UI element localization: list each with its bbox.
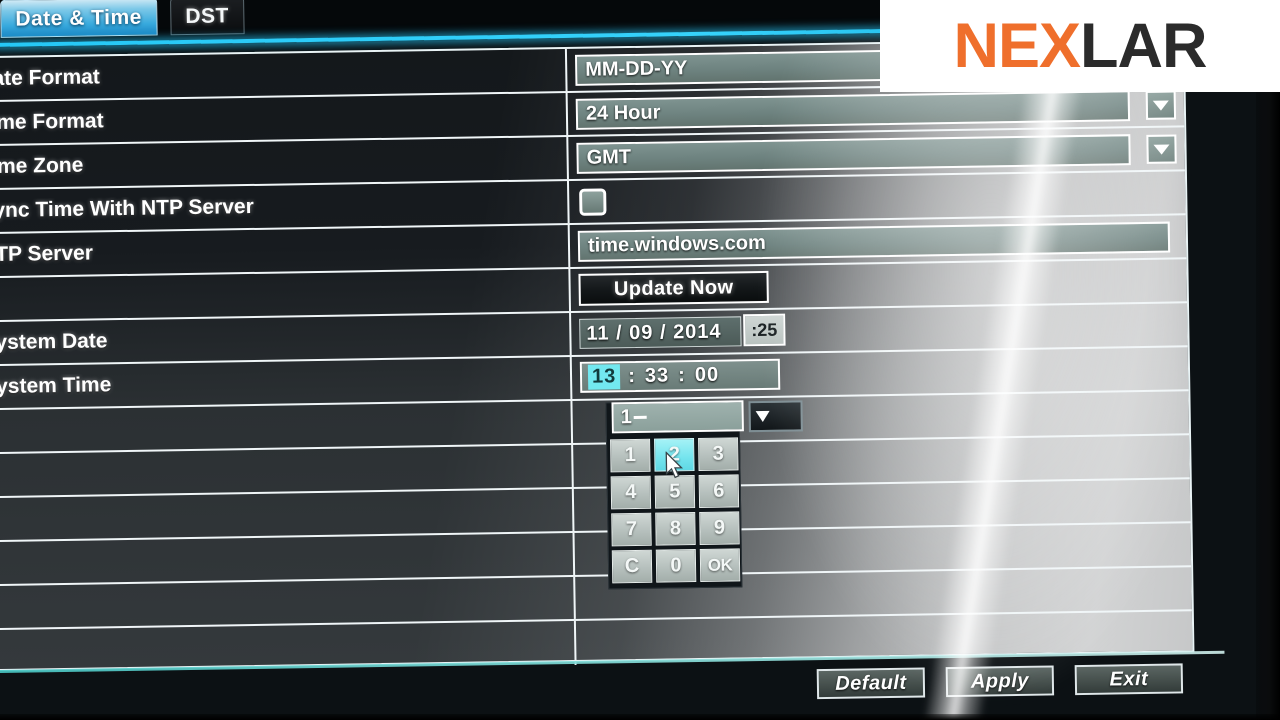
keypad-value-input[interactable]: 1 [611, 400, 744, 434]
time-separator: : [628, 364, 637, 388]
label-ntp-server: NTP Server [0, 241, 94, 267]
label-system-date: System Date [0, 329, 108, 355]
watermark-text-dark: LAR [1080, 10, 1207, 81]
system-time-input[interactable]: 13 : 33 : 00 [579, 358, 781, 393]
default-button[interactable]: Default [816, 667, 926, 700]
tab-dst[interactable]: DST [170, 0, 245, 36]
keypad-key-1[interactable]: 1 [610, 438, 651, 473]
ntp-server-input[interactable]: time.windows.com [577, 221, 1171, 262]
keypad-key-ok[interactable]: OK [699, 548, 741, 582]
system-date-seconds-input[interactable]: :25 [743, 313, 786, 347]
settings-rows: Date Format MM-DD-YY Time Format 24 Hour [0, 39, 1193, 669]
value-update-row: Update Now [568, 259, 1187, 312]
keypad-key-8[interactable]: 8 [655, 512, 696, 546]
label-date-format: Date Format [0, 65, 100, 91]
time-format-select[interactable]: 24 Hour [575, 90, 1131, 130]
keypad-key-7[interactable]: 7 [611, 512, 652, 547]
label-update-row [0, 290, 569, 299]
label-empty [0, 510, 572, 519]
keypad-key-clear[interactable]: C [611, 549, 653, 584]
nexlar-watermark: NEXLAR [880, 0, 1280, 92]
label-system-time: System Time [0, 373, 112, 399]
settings-panel: Date Format MM-DD-YY Time Format 24 Hour [0, 37, 1195, 672]
chevron-down-icon[interactable] [1145, 90, 1177, 120]
chevron-down-icon [755, 410, 770, 423]
numeric-keypad-popup: 1 1 2 3 4 5 6 7 8 9 C 0 OK [605, 400, 803, 590]
footer-button-bar: Default Apply Exit [816, 663, 1237, 702]
text-caret [633, 415, 647, 420]
value-sync-ntp [566, 171, 1186, 224]
keypad-key-4[interactable]: 4 [610, 475, 652, 510]
time-zone-select[interactable]: GMT [576, 134, 1131, 174]
keypad-input-text: 1 [620, 406, 632, 429]
label-empty [0, 598, 574, 607]
keypad-key-6[interactable]: 6 [698, 474, 740, 508]
label-empty [0, 643, 574, 652]
chevron-down-icon[interactable] [1146, 134, 1177, 164]
watermark-text: NEXLAR [953, 14, 1207, 78]
keypad-dropdown-button[interactable] [748, 400, 803, 433]
system-date-input[interactable]: 11 / 09 / 2014 [579, 316, 742, 349]
label-empty [0, 422, 571, 431]
label-sync-ntp: Sync Time With NTP Server [0, 194, 254, 223]
value-system-date: 11 / 09 / 2014 :25 [569, 303, 1188, 356]
exit-button[interactable]: Exit [1074, 663, 1184, 696]
keypad-key-9[interactable]: 9 [699, 511, 740, 545]
value-empty [573, 611, 1193, 665]
dvr-screen-photo: Date & Time DST Date Format MM-DD-YY Tim… [0, 0, 1280, 720]
label-time-format: Time Format [0, 109, 104, 135]
sync-ntp-checkbox[interactable] [579, 188, 607, 216]
apply-button[interactable]: Apply [945, 665, 1055, 698]
value-system-time: 13 : 33 : 00 [569, 347, 1189, 399]
update-now-button[interactable]: Update Now [578, 270, 769, 306]
watermark-text-orange: NEX [953, 10, 1081, 81]
time-minute-segment[interactable]: 33 [642, 364, 673, 387]
tab-date-time[interactable]: Date & Time [0, 0, 158, 38]
value-ntp-server: time.windows.com [567, 215, 1187, 268]
time-separator: : [678, 364, 687, 387]
value-time-zone: GMT [566, 127, 1185, 180]
keypad-key-0[interactable]: 0 [655, 549, 697, 583]
mouse-cursor-icon [665, 451, 684, 479]
label-empty [0, 554, 573, 563]
label-time-zone: Time Zone [0, 153, 84, 179]
keypad-key-3[interactable]: 3 [698, 437, 739, 471]
time-second-segment[interactable]: 00 [692, 364, 723, 387]
time-hour-segment[interactable]: 13 [587, 364, 621, 390]
label-empty [0, 466, 571, 475]
